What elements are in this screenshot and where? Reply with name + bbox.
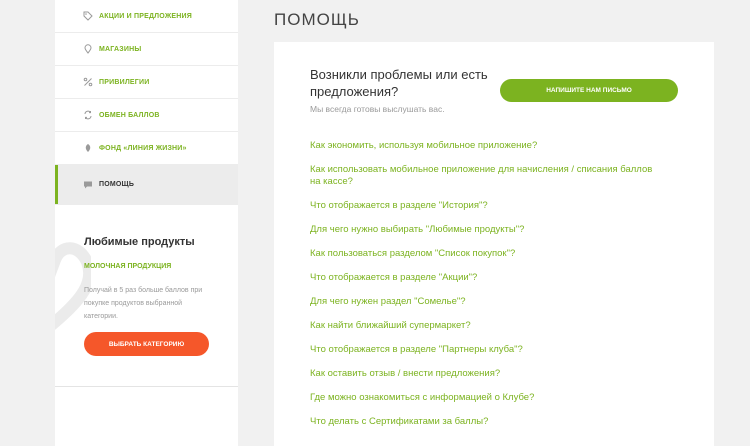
sidebar-item-privileges[interactable]: Привилегии [55,66,238,99]
contact-subtitle: Мы всегда готовы выслушать вас. [310,104,445,114]
sidebar-item-label: Магазины [99,45,142,53]
sidebar-menu: Акции и предложения Магазины Привилегии … [55,0,238,205]
chat-icon [83,180,93,190]
favorites-category[interactable]: Молочная продукция [84,263,171,270]
sidebar-item-help[interactable]: Помощь [55,165,238,205]
faq-link[interactable]: Что отображается в разделе "Партнеры клу… [310,344,665,356]
sidebar-item-label: Акции и предложения [99,12,192,20]
favorites-title: Любимые продукты [84,236,195,248]
sidebar-item-promotions[interactable]: Акции и предложения [55,0,238,33]
faq-link[interactable]: Как экономить, используя мобильное прило… [310,140,665,152]
faq-link[interactable]: Для чего нужен раздел "Сомелье"? [310,296,665,308]
faq-link[interactable]: Что отображается в разделе "Акции"? [310,272,665,284]
faq-link[interactable]: Как использовать мобильное приложение дл… [310,164,665,188]
write-us-button[interactable]: Напишите нам письмо [500,79,678,102]
faq-link[interactable]: Как пользоваться разделом "Список покупо… [310,248,665,260]
favorite-products-promo: Любимые продукты Молочная продукция Полу… [55,206,238,386]
faq-link[interactable]: Как оставить отзыв / внести предложения? [310,368,665,380]
location-pin-icon [83,44,93,54]
sidebar-item-label: Привилегии [99,78,150,86]
faq-list: Как экономить, используя мобильное прило… [310,140,665,440]
sidebar-item-life-line-fund[interactable]: Фонд «Линия жизни» [55,132,238,165]
sidebar-item-label: Фонд «Линия жизни» [99,144,187,152]
percent-icon [83,77,93,87]
sidebar: Акции и предложения Магазины Привилегии … [55,0,238,446]
sidebar-item-points-exchange[interactable]: Обмен баллов [55,99,238,132]
faq-link[interactable]: Что делать с Сертификатами за баллы? [310,416,665,428]
choose-category-button[interactable]: Выбрать категорию [84,332,209,356]
faq-link[interactable]: Где можно ознакомиться с информацией о К… [310,392,665,404]
favorites-description: Получай в 5 раз больше баллов при покупк… [84,287,203,320]
page-title: ПОМОЩЬ [274,10,360,29]
leaf-icon [83,143,93,153]
contact-title: Возникли проблемы или есть предложения? [310,67,488,99]
exchange-icon [83,110,93,120]
tag-icon [83,11,93,21]
help-card: Возникли проблемы или есть предложения? … [274,42,714,446]
sidebar-item-stores[interactable]: Магазины [55,33,238,66]
faq-link[interactable]: Для чего нужно выбирать "Любимые продукт… [310,224,665,236]
divider [55,386,238,387]
faq-link[interactable]: Как найти ближайший супермаркет? [310,320,665,332]
sidebar-item-label: Обмен баллов [99,111,160,119]
faq-link[interactable]: Что отображается в разделе "История"? [310,200,665,212]
sidebar-item-label: Помощь [99,181,135,188]
